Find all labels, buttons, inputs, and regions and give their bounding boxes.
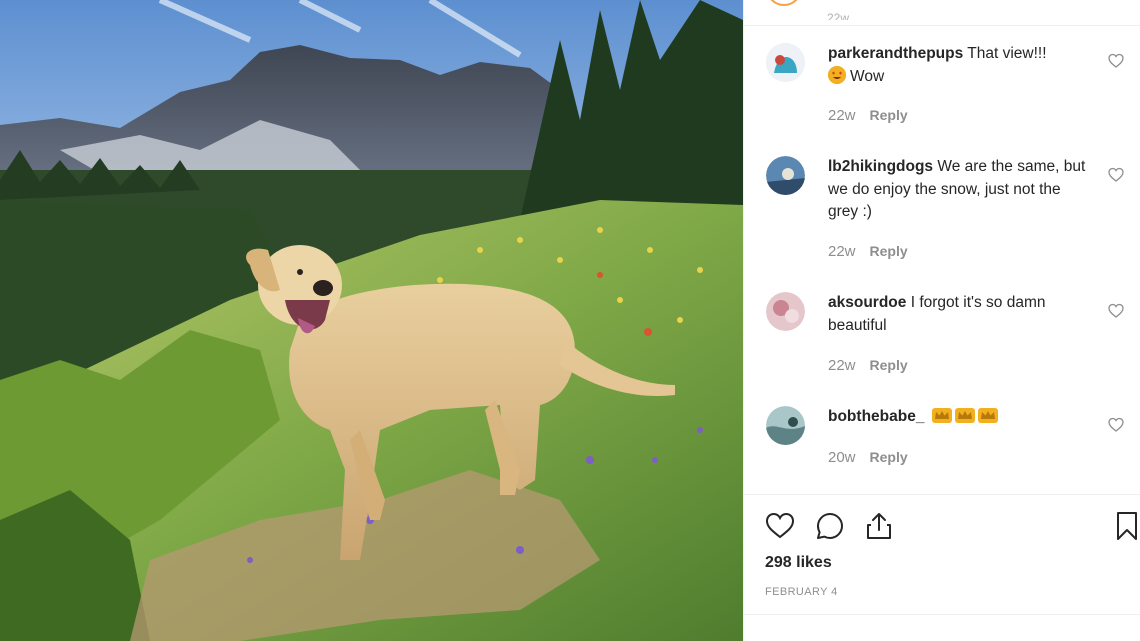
- divider: [744, 614, 1140, 615]
- comment-time: 22w: [828, 107, 856, 124]
- comment-text: That view!!!: [967, 45, 1047, 62]
- add-comment-cutoff: [765, 632, 805, 641]
- comment-item: aksourdoe I forgot it's so damn beautifu…: [744, 292, 1140, 402]
- previous-comment-cutoff: 22w: [744, 0, 1140, 26]
- avatar[interactable]: [766, 43, 805, 82]
- comment-time: 22w: [828, 243, 856, 260]
- comment-time: 20w: [828, 449, 856, 466]
- bookmark-icon[interactable]: [1111, 510, 1140, 542]
- crown-emoji-icon: [954, 408, 975, 423]
- comment-text-second-line: Wow: [850, 67, 885, 85]
- heart-eyes-emoji-icon: [828, 65, 846, 84]
- comment-meta: 22w Reply: [828, 107, 908, 124]
- like-comment-heart-icon[interactable]: [1108, 303, 1124, 319]
- comment-username[interactable]: lb2hikingdogs: [828, 158, 933, 175]
- like-comment-heart-icon[interactable]: [1108, 53, 1124, 69]
- crown-emoji-icon: [977, 408, 998, 423]
- comment-item: parkerandthepups That view!!! Wow 22w Rep…: [744, 43, 1140, 153]
- comment-text-block: bobthebabe_: [828, 406, 1088, 429]
- like-count[interactable]: 298 likes: [765, 554, 832, 572]
- dog-photo-illustration: [0, 0, 743, 641]
- avatar[interactable]: [766, 406, 805, 445]
- reply-button[interactable]: Reply: [870, 243, 908, 259]
- post-action-bar: 298 likes FEBRUARY 4: [744, 494, 1140, 614]
- like-comment-heart-icon[interactable]: [1108, 417, 1124, 433]
- comment-item: bobthebabe_ 20w Reply: [744, 406, 1140, 486]
- comment-username[interactable]: parkerandthepups: [828, 45, 963, 62]
- crown-emoji-icon: [931, 408, 952, 423]
- reply-button[interactable]: Reply: [870, 449, 908, 465]
- comment-text-block: parkerandthepups That view!!! Wow: [828, 43, 1088, 88]
- post-date[interactable]: FEBRUARY 4: [765, 586, 838, 598]
- comment-meta: 20w Reply: [828, 449, 908, 466]
- reply-button[interactable]: Reply: [870, 107, 908, 123]
- comments-panel: 22w parkerandthepups That view!!! Wow 22…: [743, 0, 1140, 641]
- comment-text-block: lb2hikingdogs We are the same, but we do…: [828, 156, 1093, 224]
- comment-time: 22w: [828, 357, 856, 374]
- comment-meta: 22w Reply: [828, 243, 908, 260]
- comment-username[interactable]: aksourdoe: [828, 294, 906, 311]
- comment-username[interactable]: bobthebabe_: [828, 408, 924, 425]
- share-icon[interactable]: [863, 510, 895, 542]
- avatar[interactable]: [766, 156, 805, 195]
- comment-meta: 22w Reply: [828, 357, 908, 374]
- comment-time: 22w: [827, 12, 850, 20]
- comment-icon[interactable]: [814, 510, 846, 542]
- reply-button[interactable]: Reply: [870, 357, 908, 373]
- avatar[interactable]: [766, 0, 802, 6]
- comment-text-block: aksourdoe I forgot it's so damn beautifu…: [828, 292, 1090, 337]
- like-comment-heart-icon[interactable]: [1108, 167, 1124, 183]
- avatar[interactable]: [766, 292, 805, 331]
- post-photo[interactable]: [0, 0, 743, 641]
- comment-item: lb2hikingdogs We are the same, but we do…: [744, 156, 1140, 286]
- heart-icon[interactable]: [764, 510, 796, 542]
